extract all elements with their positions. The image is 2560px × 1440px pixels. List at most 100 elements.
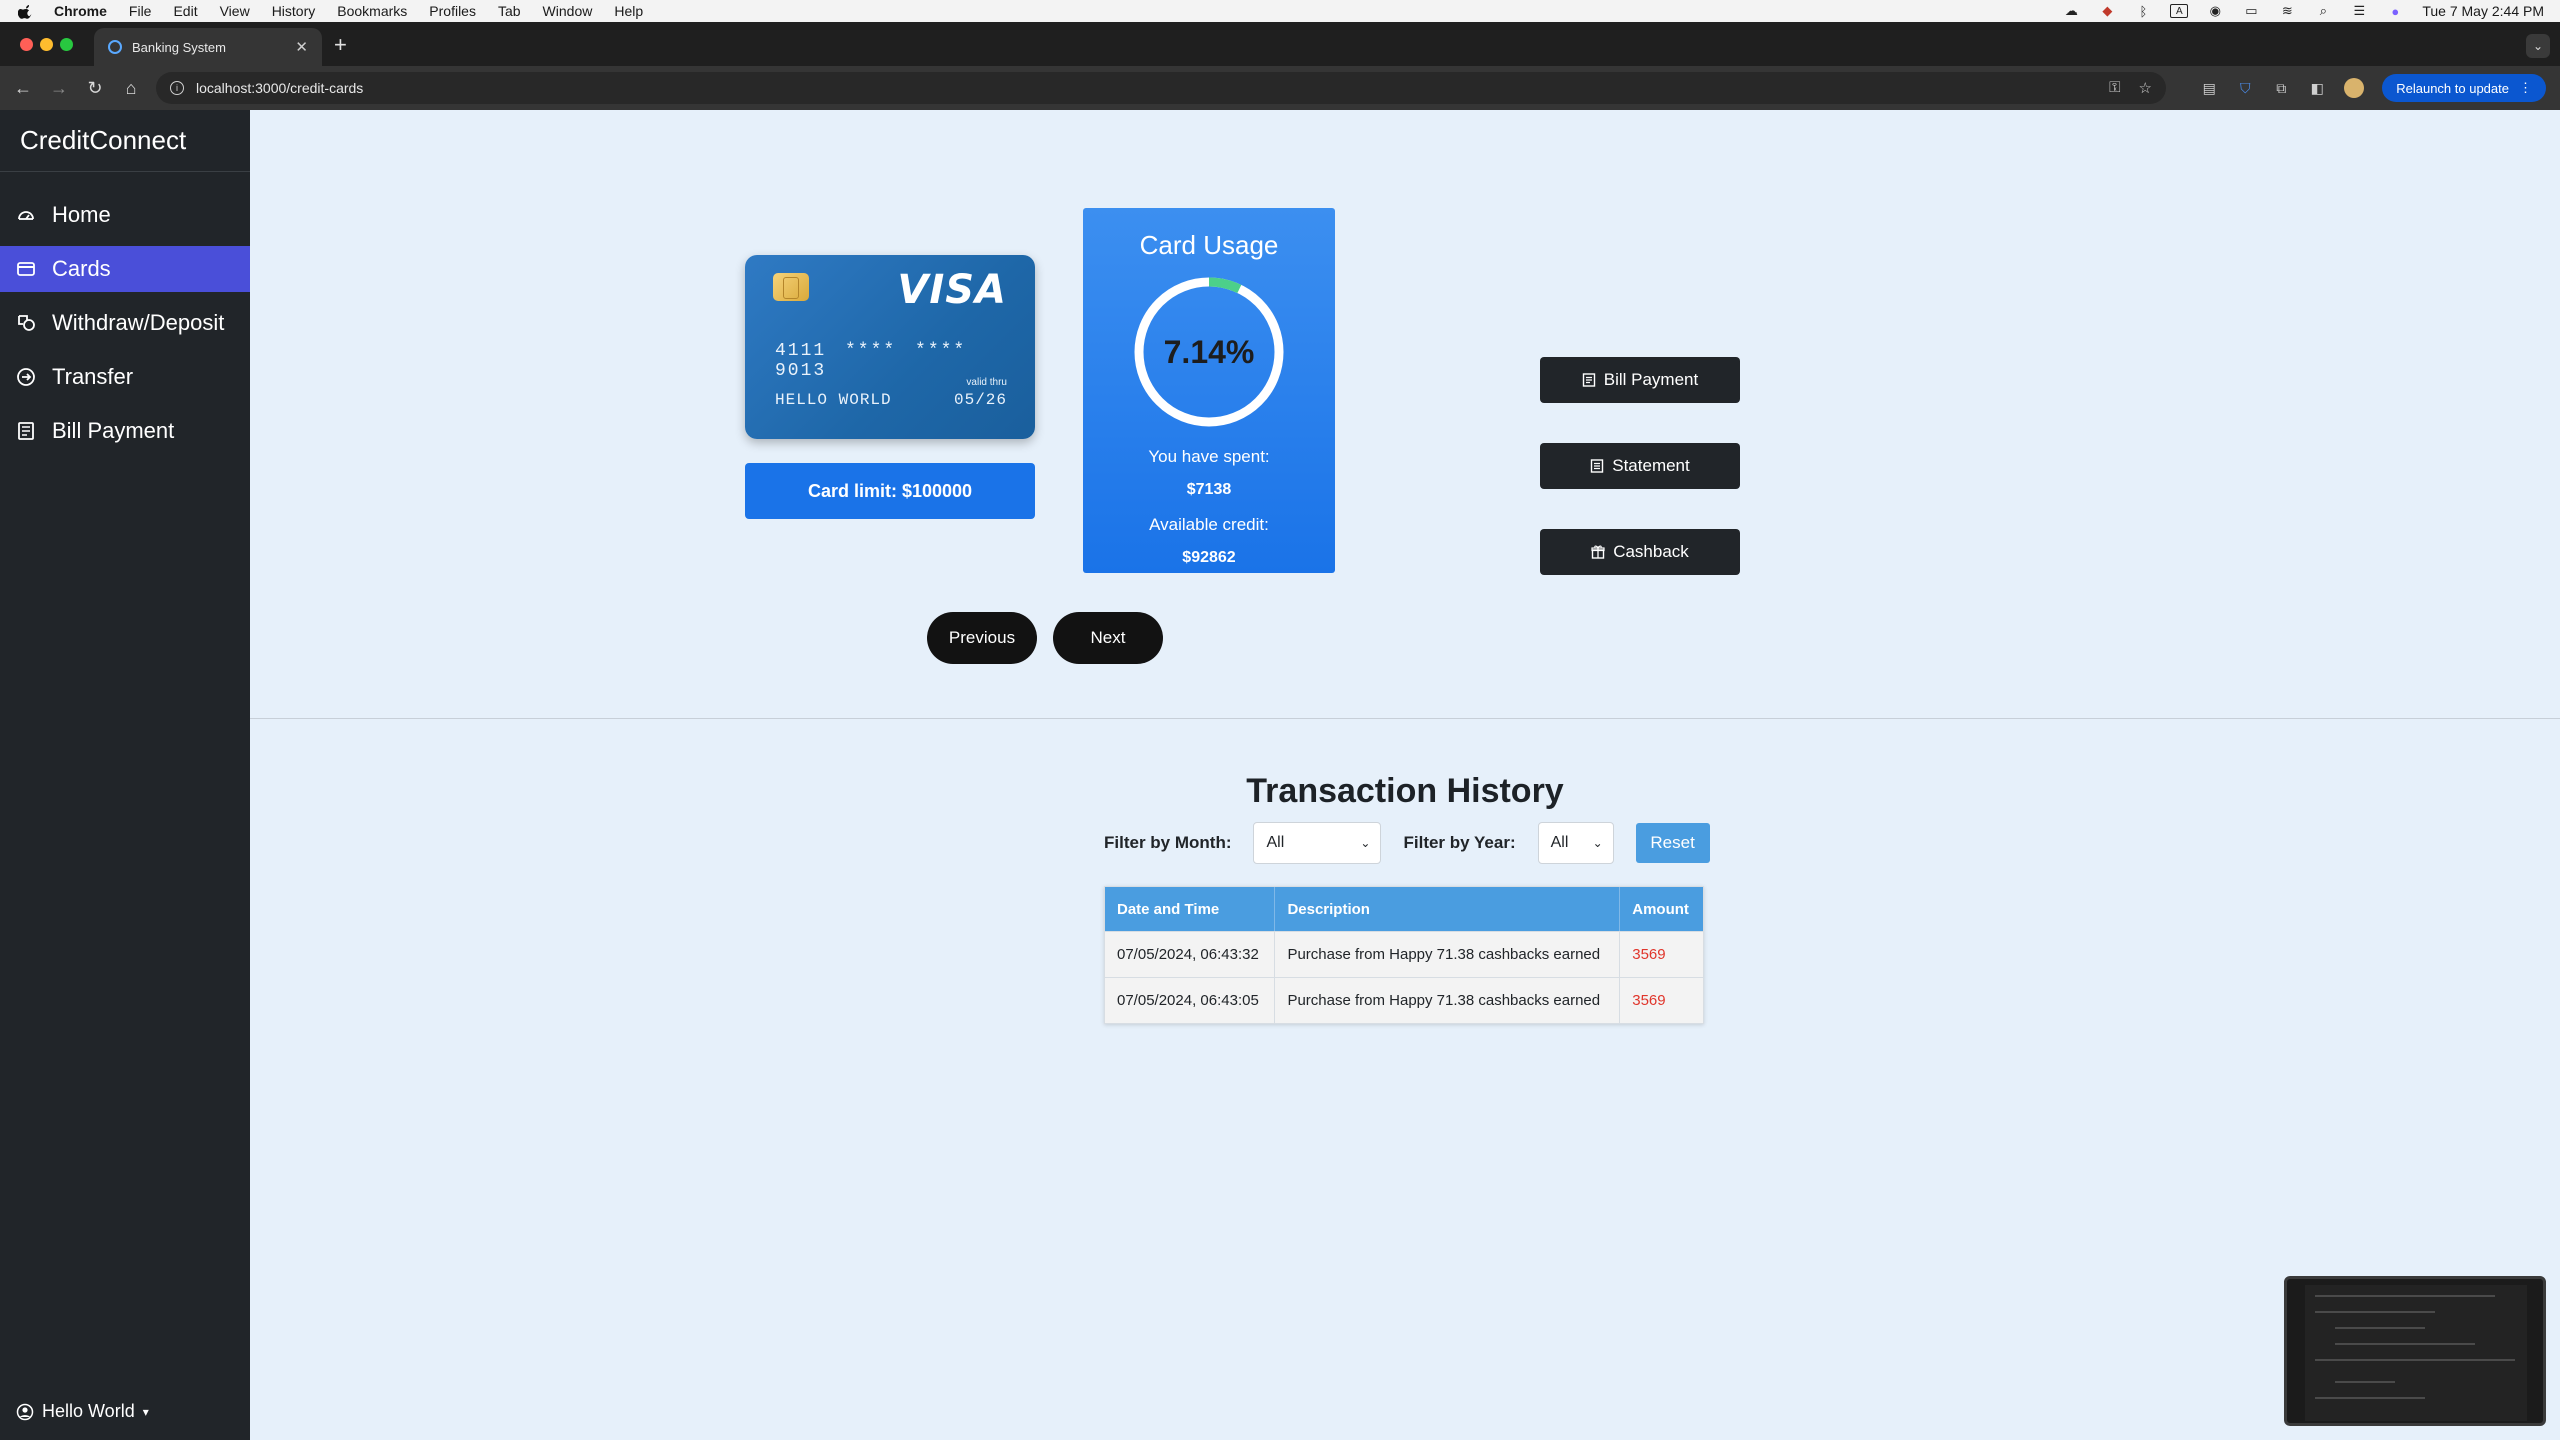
credit-card-visual: VISA 4111 **** **** 9013 HELLO WORLD val… [745, 255, 1035, 439]
sidebar-item-transfer[interactable]: Transfer [0, 354, 250, 400]
cell-description: Purchase from Happy 71.38 cashbacks earn… [1275, 978, 1621, 1023]
menu-tab[interactable]: Tab [498, 3, 521, 19]
sidebar-item-cards[interactable]: Cards [0, 246, 250, 292]
arrow-circle-icon [16, 367, 36, 387]
cell-amount: 3569 [1632, 946, 1666, 963]
screen-thumbnail-preview[interactable] [2284, 1276, 2546, 1426]
sidebar-item-home[interactable]: Home [0, 192, 250, 238]
cashback-button[interactable]: Cashback [1540, 529, 1740, 575]
menu-window[interactable]: Window [543, 3, 593, 19]
reset-filters-button[interactable]: Reset [1635, 823, 1710, 863]
extensions-puzzle-icon[interactable]: ⧉ [2272, 79, 2290, 97]
control-center-icon[interactable]: ☰ [2350, 3, 2368, 18]
tab-close-icon[interactable]: ✕ [295, 38, 308, 56]
siri-icon[interactable]: ● [2386, 4, 2404, 19]
card-limit-button[interactable]: Card limit: $100000 [745, 463, 1035, 519]
wifi-icon[interactable]: ≋ [2278, 3, 2296, 18]
spent-label: You have spent: [1148, 447, 1270, 466]
browser-tab-active[interactable]: Banking System ✕ [94, 28, 322, 66]
valid-thru-label: valid thru [966, 377, 1007, 388]
available-credit-value: $92862 [1182, 549, 1236, 566]
back-arrow-icon[interactable]: ← [10, 75, 36, 101]
status-area: ☁ ◆ ᛒ A ◉ ▭ ≋ ⌕ ☰ ● Tue 7 May 2:44 PM [2062, 0, 2544, 22]
usage-percent: 7.14% [1163, 333, 1255, 370]
section-divider [250, 718, 2560, 719]
bookmark-star-icon[interactable]: ☆ [2139, 79, 2152, 97]
menu-history[interactable]: History [272, 3, 316, 19]
sidebar: CreditConnect Home Cards Withdraw/Deposi… [0, 110, 250, 1440]
sidebar-item-label: Withdraw/Deposit [52, 310, 225, 335]
menu-bookmarks[interactable]: Bookmarks [337, 3, 407, 19]
menu-file[interactable]: File [129, 3, 152, 19]
menu-help[interactable]: Help [614, 3, 643, 19]
sidebar-item-label: Home [52, 202, 111, 227]
previous-card-button[interactable]: Previous [927, 612, 1037, 664]
bill-payment-button[interactable]: Bill Payment [1540, 357, 1740, 403]
menu-profiles[interactable]: Profiles [429, 3, 476, 19]
receipt-icon [1582, 373, 1596, 387]
brand-title[interactable]: CreditConnect [0, 110, 250, 172]
apple-logo-icon[interactable] [18, 3, 34, 19]
address-url[interactable]: localhost:3000/credit-cards [196, 80, 363, 96]
window-close-button[interactable] [20, 38, 33, 51]
cell-date: 07/05/2024, 06:43:05 [1105, 978, 1276, 1023]
home-icon[interactable]: ⌂ [118, 75, 144, 101]
forward-arrow-icon[interactable]: → [46, 75, 72, 101]
sidebar-item-withdraw-deposit[interactable]: Withdraw/Deposit [0, 300, 250, 346]
browser-tab-strip: Banking System ✕ + ⌄ [0, 22, 2560, 66]
card-holder-name: HELLO WORLD [775, 391, 892, 409]
menu-app-chrome[interactable]: Chrome [54, 3, 107, 19]
filter-year-label: Filter by Year: [1403, 833, 1516, 852]
thumbnail-content [2305, 1285, 2527, 1421]
sidebar-item-bill-payment[interactable]: Bill Payment [0, 408, 250, 454]
transaction-table: Date and Time Description Amount 07/05/2… [1104, 886, 1704, 1024]
window-zoom-button[interactable] [60, 38, 73, 51]
relaunch-to-update-button[interactable]: Relaunch to update ⋮ [2382, 74, 2546, 102]
bluetooth-icon[interactable]: ᛒ [2134, 4, 2152, 19]
user-name: Hello World [42, 1401, 135, 1421]
extension-shield-icon[interactable]: ⛉ [2236, 79, 2254, 97]
spotlight-search-icon[interactable]: ⌕ [2314, 3, 2332, 18]
tab-search-chevron-icon[interactable]: ⌄ [2526, 34, 2550, 58]
menu-view[interactable]: View [220, 3, 250, 19]
creative-cloud-icon[interactable]: ☁ [2062, 3, 2080, 18]
address-bar[interactable]: i localhost:3000/credit-cards ⚿ ☆ [156, 72, 2166, 104]
extension-notes-icon[interactable]: ▤ [2200, 79, 2218, 97]
available-credit-label: Available credit: [1149, 515, 1269, 534]
next-card-button[interactable]: Next [1053, 612, 1163, 664]
macos-menu-bar: Chrome File Edit View History Bookmarks … [0, 0, 2560, 22]
cashback-label: Cashback [1613, 542, 1689, 561]
card-expiry: 05/26 [953, 391, 1007, 409]
battery-icon[interactable]: ▭ [2242, 3, 2260, 18]
user-account-icon[interactable]: ◉ [2206, 3, 2224, 18]
statement-label: Statement [1612, 456, 1690, 475]
password-key-icon[interactable]: ⚿ [2109, 79, 2120, 97]
more-menu-icon: ⋮ [2519, 80, 2532, 95]
receipt-icon [16, 421, 36, 441]
side-panel-icon[interactable]: ◧ [2308, 79, 2326, 97]
statement-button[interactable]: Statement [1540, 443, 1740, 489]
column-header-amount: Amount [1632, 900, 1689, 918]
transaction-filters: Filter by Month: All ⌄ Filter by Year: A… [1104, 822, 1710, 864]
input-source-icon[interactable]: A [2170, 4, 2189, 18]
reload-icon[interactable]: ↻ [82, 75, 108, 101]
cell-date: 07/05/2024, 06:43:32 [1105, 932, 1276, 977]
user-circle-icon [16, 1403, 34, 1420]
menubar-clock[interactable]: Tue 7 May 2:44 PM [2422, 3, 2544, 19]
window-minimize-button[interactable] [40, 38, 53, 51]
profile-avatar[interactable] [2344, 78, 2365, 98]
spent-value: $7138 [1186, 481, 1232, 498]
new-tab-plus-icon[interactable]: + [334, 34, 347, 56]
cash-coin-icon [16, 313, 36, 333]
month-select[interactable]: All ⌄ [1253, 822, 1382, 864]
table-row: 07/05/2024, 06:43:32 Purchase from Happy… [1105, 931, 1703, 977]
menu-edit[interactable]: Edit [173, 3, 197, 19]
column-header-description: Description [1275, 887, 1621, 931]
site-info-icon[interactable]: i [170, 81, 184, 95]
card-number: 4111 **** **** 9013 [775, 341, 967, 381]
year-select[interactable]: All ⌄ [1537, 822, 1614, 864]
caret-down-icon: ▾ [142, 1404, 149, 1419]
user-dropdown[interactable]: Hello World ▾ [16, 1401, 149, 1422]
document-lines-icon [1590, 459, 1604, 473]
dropbox-icon[interactable]: ◆ [2098, 3, 2116, 18]
